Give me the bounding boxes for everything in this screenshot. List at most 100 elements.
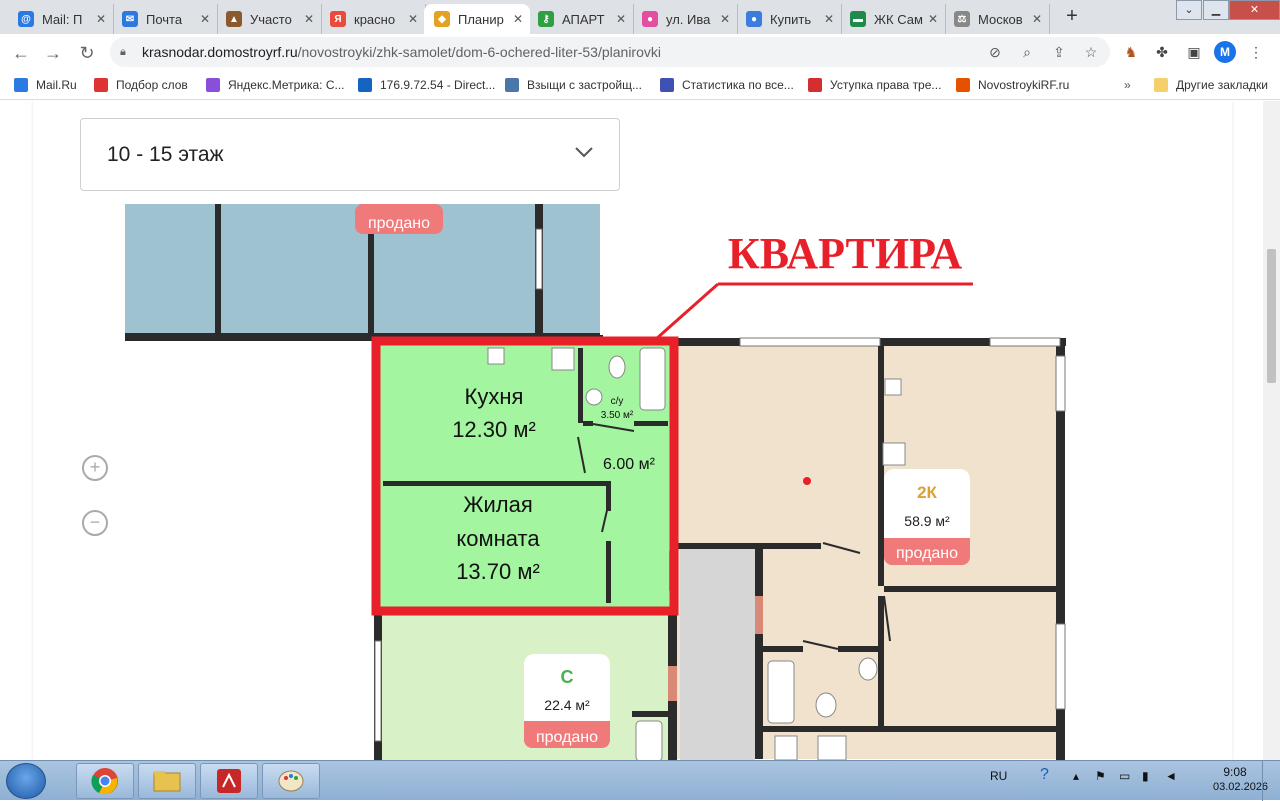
bookmark-item[interactable]: Подбор слов <box>94 76 188 94</box>
bookmark-label: 176.9.72.54 - Direct... <box>380 78 496 92</box>
unit-2k-card[interactable]: 2К 58.9 м² продано <box>884 469 970 565</box>
browser-tab[interactable]: Якрасно ✕ <box>320 4 426 34</box>
forward-button[interactable]: → <box>40 40 66 66</box>
browser-tab[interactable]: ▲ Участо ✕ <box>216 4 322 34</box>
blocked-popup-icon[interactable]: ⊘ <box>984 41 1006 63</box>
zoom-out-button[interactable]: − <box>82 510 108 536</box>
start-button[interactable] <box>6 763 46 799</box>
extension-icon[interactable]: ♞ <box>1120 41 1142 63</box>
minimize-button[interactable]: ▁ <box>1203 0 1229 20</box>
clock[interactable]: 9:08 03.02.2026 <box>1213 765 1268 793</box>
browser-tab[interactable]: @ Mail: П ✕ <box>8 4 114 34</box>
tab-search-button[interactable]: ⌄ <box>1176 0 1202 20</box>
extensions-puzzle-icon[interactable]: ✤ <box>1151 41 1173 63</box>
bookmark-favicon-icon <box>660 78 674 92</box>
other-bookmarks[interactable]: Другие закладки <box>1154 76 1268 94</box>
hall-area: 6.00 м² <box>603 456 656 473</box>
bookmark-star-icon[interactable]: ☆ <box>1080 41 1102 63</box>
tab-close-icon[interactable]: ✕ <box>613 12 629 26</box>
living-name-line1: Жилая <box>463 492 533 517</box>
menu-kebab-icon[interactable]: ⋮ <box>1245 41 1267 63</box>
address-bar[interactable]: 🔒︎ krasnodar.domostroyrf.ru/novostroyki/… <box>110 37 1110 67</box>
taskbar-acrobat[interactable] <box>200 763 258 799</box>
share-icon[interactable]: ⇪ <box>1048 41 1070 63</box>
browser-tab[interactable]: ● Купить ✕ <box>736 4 842 34</box>
bookmarks-overflow-button[interactable]: » <box>1124 76 1131 94</box>
tab-close-icon[interactable]: ✕ <box>510 12 526 26</box>
bathtub-icon <box>767 660 795 724</box>
bookmark-item[interactable]: NovostroykiRF.ru <box>956 76 1069 94</box>
bookmark-item[interactable]: Уступка права тре... <box>808 76 941 94</box>
volume-icon[interactable]: ◄ <box>1165 769 1177 783</box>
bathtub-icon <box>635 720 663 760</box>
bookmarks-bar: Mail.Ru Подбор слов Яндекс.Метрика: С... 17… <box>0 70 1280 100</box>
favicon-icon: ▬ <box>850 11 866 27</box>
tab-label: Mail: П <box>42 11 83 27</box>
wall <box>606 541 611 603</box>
tab-close-icon[interactable]: ✕ <box>93 12 109 26</box>
close-window-button[interactable]: ✕ <box>1229 0 1280 20</box>
page-viewport: 10 - 15 этаж + − продано КВАРТИРА 2К 58.… <box>0 101 1280 760</box>
floor-select[interactable]: 10 - 15 этаж <box>80 118 620 191</box>
tab-close-icon[interactable]: ✕ <box>301 12 317 26</box>
tray-expand-icon[interactable]: ▴ <box>1073 769 1079 783</box>
new-tab-button[interactable]: + <box>1058 5 1086 29</box>
tab-label: ул. Ива <box>666 11 711 27</box>
bookmark-item[interactable]: 176.9.72.54 - Direct... <box>358 76 495 94</box>
selected-apartment[interactable]: Кухня 12.30 м² Жилая комната 13.70 м² 6.… <box>371 336 679 616</box>
window <box>374 640 382 742</box>
bookmark-item[interactable]: Статистика по все... <box>660 76 794 94</box>
flag-icon[interactable]: ⚑ <box>1095 769 1106 783</box>
browser-tab[interactable]: ⚖ Москов ✕ <box>944 4 1050 34</box>
bookmark-item[interactable]: Mail.Ru <box>14 76 77 94</box>
help-icon[interactable]: ? <box>1040 766 1049 784</box>
tab-close-icon[interactable]: ✕ <box>925 12 941 26</box>
door-marker <box>755 596 763 634</box>
tab-close-icon[interactable]: ✕ <box>405 12 421 26</box>
tab-label: Планир <box>458 11 504 27</box>
unit-2k-area: 58.9 м² <box>904 513 950 529</box>
zoom-in-button[interactable]: + <box>82 455 108 481</box>
tab-close-icon[interactable]: ✕ <box>717 12 733 26</box>
taskbar-chrome[interactable] <box>76 763 134 799</box>
unit-studio-card[interactable]: С 22.4 м² продано <box>524 654 610 748</box>
bookmark-item[interactable]: Яндекс.Метрика: С... <box>206 76 345 94</box>
browser-tab[interactable]: ● ул. Ива ✕ <box>632 4 738 34</box>
language-indicator[interactable]: RU <box>990 769 1007 783</box>
taskbar-paint[interactable] <box>262 763 320 799</box>
bookmark-label: Mail.Ru <box>36 78 77 92</box>
browser-tab[interactable]: ◆ Планир ✕ <box>424 4 530 34</box>
tab-close-icon[interactable]: ✕ <box>197 12 213 26</box>
unit-2k[interactable] <box>676 337 1066 760</box>
network-icon[interactable]: ▮ <box>1142 769 1149 783</box>
taskbar-explorer[interactable] <box>138 763 196 799</box>
zoom-icon[interactable]: ⌕ <box>1016 41 1038 63</box>
bookmark-label: Взыщи с застройщ... <box>527 78 642 92</box>
tab-close-icon[interactable]: ✕ <box>1029 12 1045 26</box>
device-icon[interactable]: ▭ <box>1119 769 1130 783</box>
favicon-icon: ✉ <box>122 11 138 27</box>
tab-label: Почта <box>146 11 183 27</box>
bookmark-item[interactable]: Взыщи с застройщ... <box>505 76 642 94</box>
bookmark-favicon-icon <box>358 78 372 92</box>
profile-avatar[interactable]: M <box>1214 41 1236 63</box>
back-button[interactable]: ← <box>8 40 34 66</box>
browser-tab[interactable]: ▬ ЖК Сам ✕ <box>840 4 946 34</box>
sink-icon <box>858 657 878 681</box>
side-panel-icon[interactable]: ▣ <box>1183 41 1205 63</box>
browser-tab[interactable]: ⚷ АПАРТ ✕ <box>528 4 634 34</box>
favicon-icon: ◆ <box>434 11 450 27</box>
bookmark-favicon-icon <box>206 78 220 92</box>
show-desktop-button[interactable] <box>1262 761 1280 801</box>
living-name-line2: комната <box>456 526 540 551</box>
toilet-icon <box>608 355 626 379</box>
favicon-icon: ⚷ <box>538 11 554 27</box>
browser-tab[interactable]: ✉ Почта ✕ <box>112 4 218 34</box>
tab-close-icon[interactable]: ✕ <box>821 12 837 26</box>
kitchen-area: 12.30 м² <box>452 417 536 442</box>
page-scrollbar[interactable] <box>1263 101 1280 760</box>
bookmark-favicon-icon <box>94 78 108 92</box>
reload-button[interactable]: ↻ <box>74 40 100 66</box>
favicon-icon: Я <box>330 11 346 27</box>
scrollbar-thumb[interactable] <box>1267 249 1276 383</box>
